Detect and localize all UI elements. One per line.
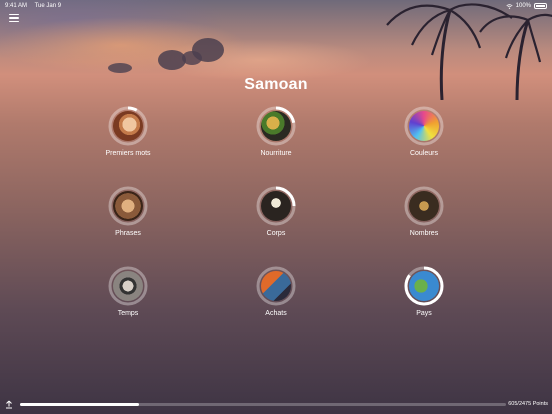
category-image <box>409 271 439 301</box>
category-badge <box>108 266 148 306</box>
category-badge <box>404 186 444 226</box>
category-pays[interactable]: Pays <box>379 266 469 318</box>
category-couleurs[interactable]: Couleurs <box>379 106 469 158</box>
category-grid: Premiers mots Nourriture Couleurs Phrases Co… <box>0 0 552 414</box>
category-image <box>261 191 291 221</box>
category-badge <box>404 266 444 306</box>
category-label: Premiers mots <box>105 150 151 157</box>
category-nombres[interactable]: Nombres <box>379 186 469 238</box>
category-image <box>261 271 291 301</box>
points-label: 605/2475 Points <box>508 401 548 407</box>
category-label: Temps <box>117 310 139 317</box>
progress-footer: 605/2475 Points <box>0 398 552 414</box>
category-badge <box>108 186 148 226</box>
points-progress-track <box>20 403 506 406</box>
category-label: Nourriture <box>260 150 292 157</box>
category-temps[interactable]: Temps <box>83 266 173 318</box>
category-label: Phrases <box>115 230 141 237</box>
category-nourriture[interactable]: Nourriture <box>231 106 321 158</box>
category-badge <box>108 106 148 146</box>
category-badge <box>256 266 296 306</box>
points-progress-fill <box>20 403 139 406</box>
category-label: Couleurs <box>409 150 438 157</box>
category-badge <box>404 106 444 146</box>
category-label: Corps <box>266 230 286 237</box>
category-premiers-mots[interactable]: Premiers mots <box>83 106 173 158</box>
category-image <box>113 271 143 301</box>
category-badge <box>256 186 296 226</box>
category-label: Achats <box>265 310 287 317</box>
category-image <box>409 111 439 141</box>
category-label: Pays <box>416 310 432 317</box>
category-corps[interactable]: Corps <box>231 186 321 238</box>
category-image <box>113 191 143 221</box>
category-image <box>261 111 291 141</box>
category-phrases[interactable]: Phrases <box>83 186 173 238</box>
category-badge <box>256 106 296 146</box>
category-label: Nombres <box>409 230 439 237</box>
category-achats[interactable]: Achats <box>231 266 321 318</box>
upload-icon[interactable] <box>5 400 13 409</box>
category-image <box>113 111 143 141</box>
category-image <box>409 191 439 221</box>
